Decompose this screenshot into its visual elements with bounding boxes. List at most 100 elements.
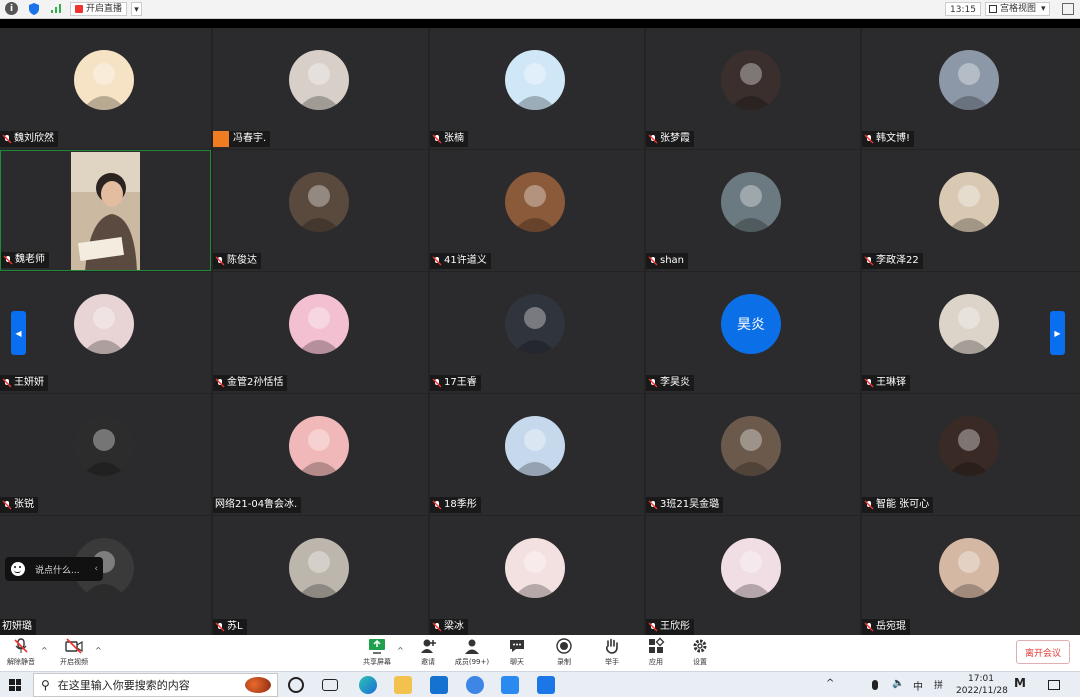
participant-tile[interactable]: 17王睿 <box>430 272 644 393</box>
windows-start-icon[interactable] <box>9 679 21 691</box>
ime-mode-label[interactable]: 拼 <box>934 678 943 691</box>
participant-tile[interactable]: 冯春宇. <box>213 28 428 149</box>
participant-tile[interactable]: 智能 张可心 <box>862 394 1080 515</box>
live-button[interactable]: 开启直播 <box>70 2 128 16</box>
participant-name: 3班21吴金璐 <box>660 499 720 510</box>
live-dropdown-caret[interactable]: ▾ <box>131 2 142 16</box>
participant-tile[interactable]: 陈俊达 <box>213 150 428 271</box>
participant-tile[interactable]: 魏刘欣然 <box>0 28 211 149</box>
notification-icon[interactable] <box>1048 680 1060 690</box>
next-page-button[interactable]: ▶ <box>1050 311 1065 355</box>
signal-icon[interactable] <box>50 2 62 16</box>
video-options-caret[interactable]: ^ <box>95 646 102 655</box>
participant-name: shan <box>660 255 685 266</box>
participant-tile[interactable]: 张锐 <box>0 394 211 515</box>
participant-tile[interactable]: 王妍妍 <box>0 272 211 393</box>
participant-name-tag: 网络21-04鲁会冰. <box>213 497 302 513</box>
chat-button[interactable]: 聊天 <box>505 637 529 667</box>
participant-name-tag: 梁冰 <box>430 619 468 635</box>
participant-tile[interactable]: 金管2孙恬恬 <box>213 272 428 393</box>
participant-name-tag: 韩文博! <box>862 131 915 147</box>
ime-label[interactable]: 中 <box>913 678 923 693</box>
share-screen-label: 共享屏幕 <box>363 658 391 666</box>
mic-muted-icon <box>432 500 442 510</box>
prev-page-button[interactable]: ◀ <box>11 311 26 355</box>
file-explorer-icon[interactable] <box>394 676 412 694</box>
participant-tile[interactable]: 王琳铎 <box>862 272 1080 393</box>
participant-name: 张楠 <box>444 133 464 144</box>
raise-hand-button[interactable]: 举手 <box>602 637 622 667</box>
mic-muted-icon <box>648 500 658 510</box>
participant-name: 李政泽22 <box>876 255 919 266</box>
cortana-icon[interactable] <box>288 677 304 693</box>
participant-avatar: 昊炎 <box>721 294 781 354</box>
info-icon[interactable]: i <box>5 2 18 15</box>
taskbar-search-box[interactable]: ⚲ 在这里输入你要搜索的内容 <box>33 673 278 697</box>
participant-video <box>71 152 140 270</box>
chevron-up-icon[interactable]: ^ <box>826 678 834 689</box>
invite-button[interactable]: 邀请 <box>416 637 440 667</box>
participant-name-tag: 魏老师 <box>1 252 49 268</box>
mail-icon[interactable] <box>430 676 448 694</box>
participant-tile[interactable]: 王欣彤 <box>646 516 860 637</box>
start-video-button[interactable]: 开启视频 <box>58 637 90 667</box>
clock[interactable]: 17:01 2022/11/28 <box>956 673 1008 697</box>
tray-app-icon[interactable]: M <box>1014 676 1026 690</box>
participant-name: 17王睿 <box>444 377 477 388</box>
shield-icon[interactable] <box>28 2 40 16</box>
participant-tile[interactable]: 苏L <box>213 516 428 637</box>
participant-name-tag: 冯春宇. <box>213 131 271 147</box>
audio-options-caret[interactable]: ^ <box>41 646 48 655</box>
view-mode-button[interactable]: 宫格视图 ▾ <box>985 2 1050 16</box>
participant-tile[interactable]: 岳宛琨 <box>862 516 1080 637</box>
share-screen-button[interactable]: 共享屏幕 <box>360 637 394 667</box>
participant-tile[interactable]: 梁冰 <box>430 516 644 637</box>
participant-tile[interactable]: 魏老师 <box>0 150 211 271</box>
apps-button[interactable]: 应用 <box>646 637 666 667</box>
participant-tile[interactable]: 韩文博! <box>862 28 1080 149</box>
edge-icon[interactable] <box>359 676 377 694</box>
participant-avatar <box>289 294 349 354</box>
participant-tile[interactable]: 3班21吴金璐 <box>646 394 860 515</box>
participant-name-tag: 陈俊达 <box>213 253 261 269</box>
mic-muted-icon <box>648 378 658 388</box>
participant-tile[interactable]: 18季彤 <box>430 394 644 515</box>
participant-avatar <box>939 294 999 354</box>
members-button[interactable]: 成员(99+) <box>452 637 492 667</box>
settings-button[interactable]: 设置 <box>690 637 710 667</box>
apps-label: 应用 <box>649 658 663 666</box>
unmute-button[interactable]: 解除静音 <box>5 637 37 667</box>
live-icon <box>75 5 83 13</box>
mic-tray-icon[interactable] <box>872 680 878 690</box>
chat-input-bubble[interactable]: 说点什么... ‹ <box>5 557 103 581</box>
chat-icon <box>510 640 524 652</box>
fullscreen-icon[interactable] <box>1062 3 1074 15</box>
participant-name: 网络21-04鲁会冰. <box>215 499 298 510</box>
participant-tile[interactable]: 张梦霞 <box>646 28 860 149</box>
share-options-caret[interactable]: ^ <box>397 646 404 655</box>
participant-tile[interactable]: 网络21-04鲁会冰. <box>213 394 428 515</box>
camera-off-icon <box>65 638 83 654</box>
meeting-app-icon[interactable] <box>537 676 555 694</box>
volume-icon[interactable]: 🔈 <box>892 678 904 689</box>
participant-tile[interactable]: 李政泽22 <box>862 150 1080 271</box>
participant-tile[interactable]: 张楠 <box>430 28 644 149</box>
leave-meeting-button[interactable]: 离开会议 <box>1016 640 1070 664</box>
browser-icon[interactable] <box>466 676 484 694</box>
participant-tile[interactable]: shan <box>646 150 860 271</box>
record-button[interactable]: 录制 <box>554 637 574 667</box>
participant-name: 王琳铎 <box>876 377 906 388</box>
chevron-left-icon[interactable]: ‹ <box>94 564 98 574</box>
participant-name: 初妍璐 <box>2 621 32 632</box>
participant-name-tag: shan <box>646 253 689 269</box>
emoji-icon[interactable] <box>11 562 25 576</box>
mic-muted-icon <box>2 378 12 388</box>
participant-name: 王欣彤 <box>660 621 690 632</box>
participant-tile[interactable]: 昊炎 李昊炎 <box>646 272 860 393</box>
task-view-icon[interactable] <box>322 679 338 691</box>
participant-avatar <box>74 416 134 476</box>
cloud-app-icon[interactable] <box>501 676 519 694</box>
mic-muted-icon <box>864 256 874 266</box>
participant-tile[interactable]: 41许道义 <box>430 150 644 271</box>
participant-name-tag: 苏L <box>213 619 247 635</box>
